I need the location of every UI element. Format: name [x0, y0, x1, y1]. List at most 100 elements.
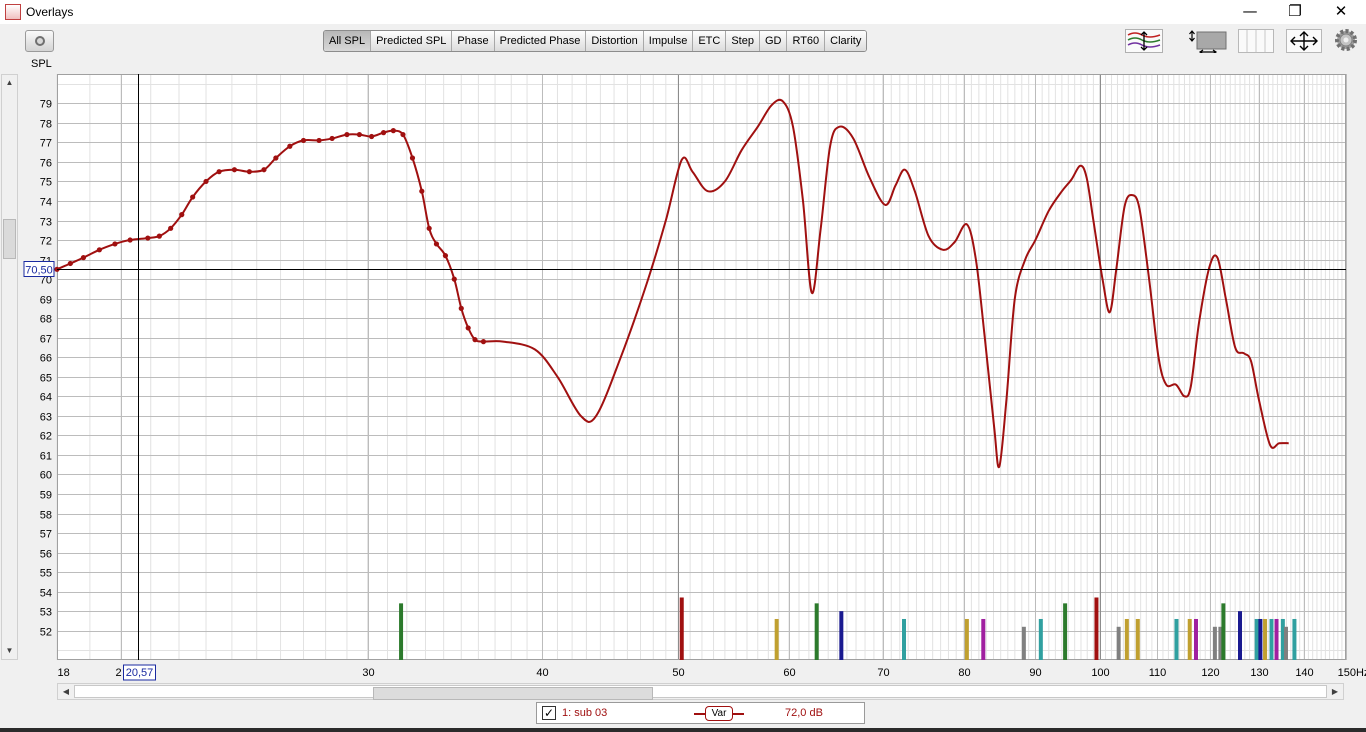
marker-bar: [1187, 618, 1192, 660]
marker-bar: [1254, 618, 1259, 660]
x-tick-label: 140: [1295, 667, 1313, 679]
scroll-right-icon[interactable]: ▶: [1327, 684, 1343, 699]
tab-impulse[interactable]: Impulse: [642, 31, 693, 51]
x-tick-label: 100: [1091, 667, 1109, 679]
trace-var-badge[interactable]: Var: [705, 706, 733, 721]
vertical-resize-icon[interactable]: [1188, 29, 1228, 53]
restore-button[interactable]: ❐: [1272, 0, 1318, 24]
data-point-marker: [458, 305, 464, 311]
x-tick-label: 90: [1029, 667, 1041, 679]
horizontal-scroll-track[interactable]: [74, 685, 1327, 700]
tab-distortion[interactable]: Distortion: [585, 31, 643, 51]
scroll-down-icon[interactable]: ▼: [2, 643, 17, 659]
tab-phase[interactable]: Phase: [451, 31, 494, 51]
marker-bar: [1292, 618, 1297, 660]
chart-canvas[interactable]: 5253545556575859606162636465666768697071…: [0, 74, 1366, 700]
marker-bar: [1063, 603, 1068, 660]
marker-bar: [1221, 603, 1226, 660]
tab-predicted-spl[interactable]: Predicted SPL: [370, 31, 452, 51]
y-tick-label: 66: [40, 353, 52, 365]
y-tick-label: 76: [40, 158, 52, 170]
data-point-marker: [273, 155, 279, 161]
data-point-marker: [127, 237, 133, 243]
marker-bar: [1124, 618, 1129, 660]
tab-predicted-phase[interactable]: Predicted Phase: [493, 31, 586, 51]
y-tick-label: 61: [40, 451, 52, 463]
x-tick-label: 80: [958, 667, 970, 679]
tab-gd[interactable]: GD: [758, 31, 787, 51]
data-point-marker: [433, 241, 440, 247]
marker-bar: [1094, 597, 1099, 660]
minimize-button[interactable]: —: [1227, 0, 1273, 24]
y-tick-label: 74: [40, 197, 52, 209]
vertical-scroll-thumb[interactable]: [3, 219, 16, 259]
data-point-marker: [168, 225, 174, 231]
marker-bar: [679, 597, 684, 660]
scroll-left-icon[interactable]: ◀: [58, 684, 74, 699]
y-tick-label: 62: [40, 431, 52, 443]
data-point-marker: [300, 137, 307, 144]
horizontal-scrollbar[interactable]: ◀ ▶: [57, 683, 1344, 700]
data-point-marker: [329, 135, 335, 142]
y-tick-label: 65: [40, 373, 52, 385]
y-tick-label: 57: [40, 529, 52, 541]
data-point-marker: [80, 255, 87, 261]
camera-icon[interactable]: [25, 30, 54, 52]
tab-rt60[interactable]: RT60: [786, 31, 825, 51]
trace-visible-checkbox[interactable]: ✓: [542, 706, 556, 720]
tab-all-spl[interactable]: All SPL: [324, 31, 371, 51]
close-button[interactable]: ✕: [1318, 0, 1364, 24]
y-axis-title: SPL: [31, 58, 52, 70]
horizontal-scroll-thumb[interactable]: [373, 687, 653, 700]
y-tick-label: 73: [40, 217, 52, 229]
data-point-marker: [380, 130, 387, 136]
marker-bar: [839, 611, 844, 660]
data-point-marker: [145, 235, 151, 241]
trace-legend: ✓ 1: sub 03 Var 72,0 dB: [536, 702, 865, 724]
marker-bar: [814, 603, 819, 660]
data-point-marker: [231, 167, 238, 173]
y-tick-label: 78: [40, 119, 52, 131]
marker-bar: [1263, 618, 1268, 660]
marker-bar: [1135, 618, 1140, 660]
data-point-marker: [179, 212, 185, 218]
data-point-marker: [203, 178, 209, 185]
column-layout-icon[interactable]: [1238, 29, 1274, 53]
tab-etc[interactable]: ETC: [692, 31, 726, 51]
y-tick-label: 77: [40, 138, 52, 150]
x-tick-label: 110: [1149, 667, 1167, 679]
x-tick-label: 18: [58, 667, 70, 679]
x-tick-label: 70: [877, 667, 889, 679]
trace-value-readout: 72,0 dB: [785, 707, 823, 719]
scroll-up-icon[interactable]: ▲: [2, 75, 17, 91]
marker-bar: [1038, 618, 1043, 660]
data-point-marker: [156, 233, 162, 239]
tab-clarity[interactable]: Clarity: [824, 31, 867, 51]
marker-bar: [1269, 618, 1274, 660]
data-point-marker: [112, 241, 118, 247]
settings-gear-icon[interactable]: [1333, 27, 1359, 51]
data-point-marker: [356, 131, 362, 138]
data-point-marker: [96, 247, 102, 253]
tab-step[interactable]: Step: [725, 31, 759, 51]
x-tick-label: 120: [1201, 667, 1219, 679]
window-title: Overlays: [26, 5, 74, 19]
y-tick-label: 59: [40, 490, 52, 502]
y-tick-label: 72: [40, 236, 52, 248]
y-tick-label: 56: [40, 549, 52, 561]
x-tick-label: 130: [1250, 667, 1268, 679]
data-point-marker: [287, 143, 293, 149]
vertical-scrollbar[interactable]: ▲ ▼: [1, 74, 18, 660]
marker-bar: [1193, 618, 1198, 660]
trace-arrange-icon[interactable]: [1125, 29, 1163, 53]
data-point-marker: [246, 169, 252, 175]
spl-chart[interactable]: 5253545556575859606162636465666768697071…: [0, 74, 1366, 700]
graph-tab-bar: All SPL Predicted SPL Phase Predicted Phase…: [323, 30, 868, 52]
y-tick-label: 75: [40, 177, 52, 189]
pan-arrows-icon[interactable]: [1286, 29, 1322, 53]
data-point-marker: [465, 325, 471, 331]
trace-name: 1: sub 03: [562, 707, 608, 719]
y-tick-label: 79: [40, 99, 52, 111]
data-point-marker: [67, 260, 73, 267]
marker-bar: [1238, 611, 1243, 660]
